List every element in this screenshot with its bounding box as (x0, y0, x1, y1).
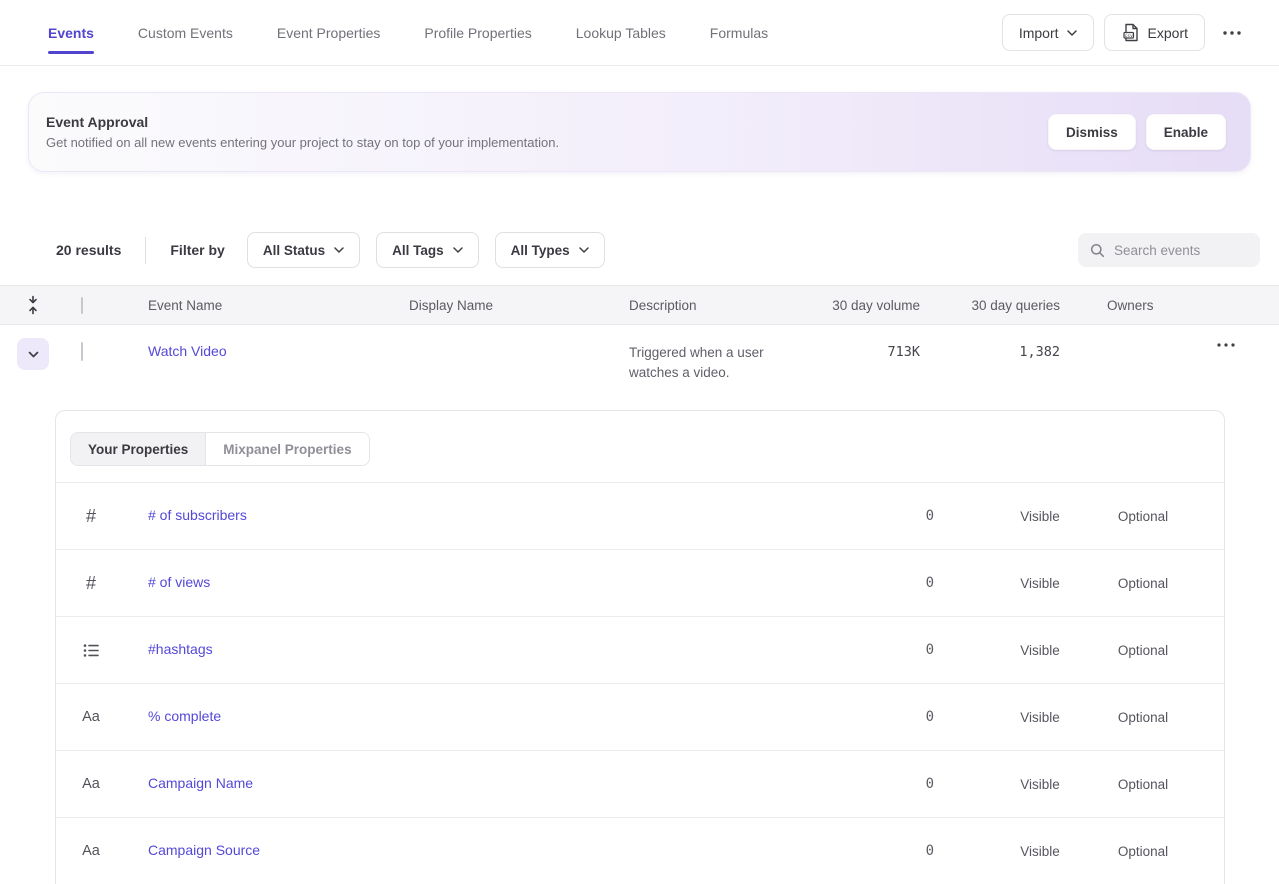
chevron-down-icon (453, 247, 463, 253)
ellipsis-icon (1223, 31, 1241, 35)
svg-text:csv: csv (1124, 34, 1133, 39)
property-visibility: Visible (990, 643, 1090, 658)
column-description: Description (629, 298, 809, 313)
tab-your-properties[interactable]: Your Properties (71, 433, 206, 465)
property-requirement: Optional (1093, 509, 1193, 524)
event-30-day-volume: 713K (887, 344, 920, 360)
tab-profile-properties[interactable]: Profile Properties (424, 0, 531, 65)
nav-actions: Import csv Export (1002, 14, 1249, 51)
property-visibility: Visible (990, 777, 1090, 792)
event-name-link[interactable]: Watch Video (148, 343, 227, 359)
lexicon-events-page: Events Custom Events Event Properties Pr… (0, 0, 1279, 884)
property-name-link[interactable]: # of views (148, 574, 210, 590)
filter-by-label: Filter by (170, 242, 224, 258)
properties-tab-control: Your Properties Mixpanel Properties (70, 432, 370, 466)
column-30-day-volume: 30 day volume (809, 298, 920, 313)
divider (145, 237, 146, 264)
chevron-down-icon (28, 351, 39, 358)
text-type-icon: Aa (82, 709, 100, 725)
more-options-button[interactable] (1215, 25, 1249, 41)
property-name-link[interactable]: Campaign Source (148, 842, 260, 858)
collapse-row-button[interactable] (17, 338, 49, 370)
property-name-link[interactable]: # of subscribers (148, 507, 247, 523)
event-30-day-queries: 1,382 (1019, 344, 1060, 360)
property-requirement: Optional (1093, 844, 1193, 859)
property-requirement: Optional (1093, 710, 1193, 725)
tab-mixpanel-properties[interactable]: Mixpanel Properties (206, 433, 368, 465)
chevron-down-icon (334, 247, 344, 253)
column-display-name: Display Name (409, 298, 629, 313)
chevron-down-icon (579, 247, 589, 253)
banner-title: Event Approval (46, 114, 559, 130)
column-owners: Owners (1060, 298, 1172, 313)
search-icon (1090, 243, 1105, 258)
tab-event-properties[interactable]: Event Properties (277, 0, 381, 65)
active-tab-underline (48, 51, 94, 54)
tab-lookup-tables[interactable]: Lookup Tables (576, 0, 666, 65)
text-type-icon: Aa (82, 843, 100, 859)
property-query-count: 0 (844, 709, 934, 725)
tab-events[interactable]: Events (48, 0, 94, 65)
property-requirement: Optional (1093, 576, 1193, 591)
property-name-link[interactable]: #hashtags (148, 641, 213, 657)
all-status-dropdown[interactable]: All Status (247, 232, 360, 268)
property-visibility: Visible (990, 710, 1090, 725)
enable-button[interactable]: Enable (1146, 114, 1226, 150)
number-type-icon: # (86, 573, 96, 594)
tab-formulas[interactable]: Formulas (710, 0, 768, 65)
list-type-icon (83, 643, 99, 658)
property-query-count: 0 (844, 575, 934, 591)
search-input[interactable] (1114, 243, 1244, 258)
ellipsis-icon (1217, 343, 1235, 347)
event-description: Triggered when a user watches a video. (629, 345, 764, 380)
filter-bar: 20 results Filter by All Status All Tags… (0, 232, 1279, 268)
collapse-all-button[interactable] (24, 293, 42, 317)
column-30-day-queries: 30 day queries (920, 298, 1060, 313)
property-query-count: 0 (844, 642, 934, 658)
event-approval-banner: Event Approval Get notified on all new e… (28, 92, 1251, 172)
property-visibility: Visible (990, 509, 1090, 524)
column-event-name: Event Name (148, 298, 409, 313)
property-name-link[interactable]: Campaign Name (148, 775, 253, 791)
search-events-box[interactable] (1078, 233, 1260, 267)
csv-file-icon: csv (1121, 23, 1140, 42)
property-visibility: Visible (990, 844, 1090, 859)
property-requirement: Optional (1093, 777, 1193, 792)
property-query-count: 0 (844, 508, 934, 524)
property-visibility: Visible (990, 576, 1090, 591)
property-row: # # of views 0 Visible Optional (56, 550, 1224, 617)
tab-custom-events[interactable]: Custom Events (138, 0, 233, 65)
all-tags-dropdown[interactable]: All Tags (376, 232, 479, 268)
export-button[interactable]: csv Export (1104, 14, 1205, 51)
events-table-header: Event Name Display Name Description 30 d… (0, 285, 1279, 325)
top-nav: Events Custom Events Event Properties Pr… (0, 0, 1279, 66)
banner-description: Get notified on all new events entering … (46, 135, 559, 150)
row-more-options-button[interactable] (1209, 337, 1243, 353)
select-all-checkbox[interactable] (81, 297, 83, 314)
property-row: Aa Campaign Source 0 Visible Optional (56, 818, 1224, 884)
table-row: Watch Video Triggered when a user watche… (0, 325, 1279, 395)
property-row: Aa Campaign Name 0 Visible Optional (56, 751, 1224, 818)
all-types-dropdown[interactable]: All Types (495, 232, 605, 268)
property-requirement: Optional (1093, 643, 1193, 658)
results-count: 20 results (56, 242, 121, 258)
property-name-link[interactable]: % complete (148, 708, 221, 724)
event-properties-panel: Your Properties Mixpanel Properties # # … (55, 410, 1225, 884)
row-checkbox[interactable] (81, 342, 83, 361)
property-row: #hashtags 0 Visible Optional (56, 617, 1224, 684)
property-query-count: 0 (844, 776, 934, 792)
property-query-count: 0 (844, 843, 934, 859)
property-row: Aa % complete 0 Visible Optional (56, 684, 1224, 751)
tab-events-label: Events (48, 25, 94, 41)
import-button[interactable]: Import (1002, 14, 1094, 51)
dismiss-button[interactable]: Dismiss (1048, 114, 1136, 150)
chevron-down-icon (1067, 30, 1077, 36)
nav-tabs: Events Custom Events Event Properties Pr… (48, 0, 768, 65)
number-type-icon: # (86, 506, 96, 527)
collapse-rows-icon (26, 295, 40, 315)
text-type-icon: Aa (82, 776, 100, 792)
property-row: # # of subscribers 0 Visible Optional (56, 483, 1224, 550)
